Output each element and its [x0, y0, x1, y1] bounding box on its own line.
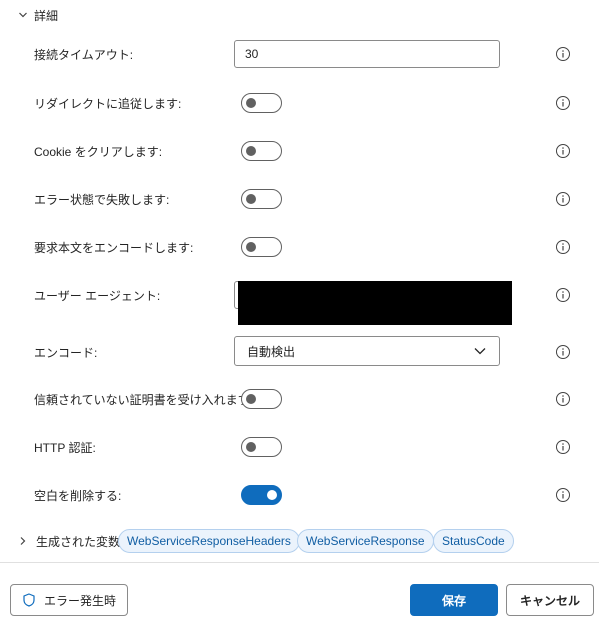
encode-body-toggle[interactable] [241, 237, 282, 257]
cookie-label: Cookie をクリアします: [34, 144, 163, 159]
toggle-knob [246, 394, 256, 404]
untrusted-cert-row: 信頼されていない証明書を受け入れます: [0, 383, 599, 415]
fail-on-error-label: エラー状態で失敗します: [34, 192, 170, 207]
variable-chip-response[interactable]: WebServiceResponse [297, 529, 434, 553]
info-icon[interactable] [555, 46, 571, 62]
trim-whitespace-label: 空白を削除する: [34, 488, 122, 503]
generated-vars-toggle[interactable]: 生成された変数 [18, 528, 120, 554]
toggle-knob [246, 98, 256, 108]
details-section-title: 詳細 [34, 8, 59, 23]
toggle-knob [267, 490, 277, 500]
http-auth-toggle[interactable] [241, 437, 282, 457]
encoding-dropdown[interactable]: 自動検出 [234, 336, 500, 366]
info-icon[interactable] [555, 95, 571, 111]
info-icon[interactable] [555, 439, 571, 455]
http-auth-row: HTTP 認証: [0, 431, 599, 463]
on-error-button[interactable]: エラー発生時 [10, 584, 128, 616]
encoding-label: エンコード: [34, 345, 98, 360]
encoding-row: エンコード: 自動検出 [0, 336, 599, 368]
details-section-toggle[interactable]: 詳細 [18, 6, 58, 24]
toggle-knob [246, 194, 256, 204]
user-agent-row: ユーザー エージェント: [0, 279, 599, 325]
redirect-row: リダイレクトに追従します: [0, 87, 599, 119]
encode-body-label: 要求本文をエンコードします: [34, 240, 194, 255]
save-button[interactable]: 保存 [410, 584, 498, 616]
toggle-knob [246, 442, 256, 452]
chevron-right-icon [20, 537, 26, 545]
toggle-knob [246, 146, 256, 156]
fail-on-error-toggle[interactable] [241, 189, 282, 209]
timeout-input[interactable]: 30 [234, 40, 500, 68]
info-icon[interactable] [555, 239, 571, 255]
chevron-down-icon [474, 348, 486, 355]
http-auth-label: HTTP 認証: [34, 440, 96, 455]
chevron-down-icon [19, 12, 27, 18]
cookie-row: Cookie をクリアします: [0, 135, 599, 167]
untrusted-cert-label: 信頼されていない証明書を受け入れます: [34, 392, 253, 407]
shield-icon [23, 593, 35, 607]
info-icon[interactable] [555, 143, 571, 159]
timeout-label: 接続タイムアウト: [34, 47, 134, 62]
encoding-selected-value: 自動検出 [247, 344, 296, 359]
redirect-label: リダイレクトに追従します: [34, 96, 182, 111]
cookie-toggle[interactable] [241, 141, 282, 161]
variable-chip-statuscode[interactable]: StatusCode [433, 529, 514, 553]
info-icon[interactable] [555, 287, 571, 303]
user-agent-label: ユーザー エージェント: [34, 288, 161, 303]
on-error-button-label: エラー発生時 [43, 593, 116, 608]
trim-whitespace-row: 空白を削除する: [0, 479, 599, 511]
timeout-row: 接続タイムアウト: 30 [0, 38, 599, 70]
footer-divider [0, 562, 599, 563]
info-icon[interactable] [555, 191, 571, 207]
generated-vars-title: 生成された変数 [36, 534, 121, 549]
cancel-button[interactable]: キャンセル [506, 584, 594, 616]
info-icon[interactable] [555, 344, 571, 360]
untrusted-cert-toggle[interactable] [241, 389, 282, 409]
variable-chip-headers[interactable]: WebServiceResponseHeaders [118, 529, 300, 553]
redacted-area [238, 281, 512, 325]
info-icon[interactable] [555, 487, 571, 503]
fail-on-error-row: エラー状態で失敗します: [0, 183, 599, 215]
trim-whitespace-toggle[interactable] [241, 485, 282, 505]
info-icon[interactable] [555, 391, 571, 407]
encode-body-row: 要求本文をエンコードします: [0, 231, 599, 263]
toggle-knob [246, 242, 256, 252]
generated-vars-row: 生成された変数 WebServiceResponseHeaders WebSer… [0, 528, 599, 554]
redirect-toggle[interactable] [241, 93, 282, 113]
